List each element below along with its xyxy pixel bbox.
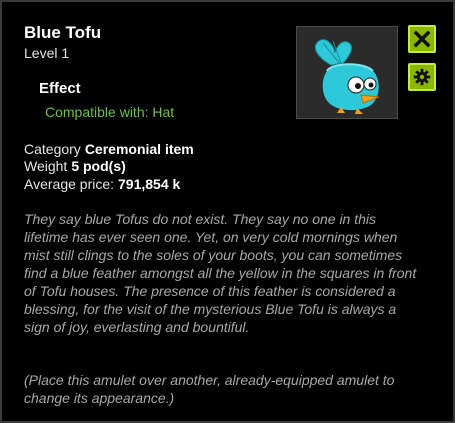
stat-average-price: Average price: 791,854 k <box>24 176 180 192</box>
stat-price-value: 791,854 k <box>118 176 181 192</box>
item-name: Blue Tofu <box>24 23 102 42</box>
close-button[interactable] <box>408 25 436 53</box>
stat-price-label: Average price: <box>24 176 115 192</box>
stat-category-value: Ceremonial item <box>84 141 194 157</box>
item-image-frame <box>296 26 398 119</box>
stat-weight-label: Weight <box>24 158 68 174</box>
stat-category-label: Category <box>24 141 81 157</box>
stat-weight-value: 5 pod(s) <box>71 158 126 174</box>
item-tooltip-panel: Blue Tofu Level 1 Effect Compatible with… <box>0 0 455 423</box>
stat-weight: Weight 5 pod(s) <box>24 158 126 174</box>
blue-tofu-icon <box>315 39 380 114</box>
effect-text: Compatible with: Hat <box>45 104 175 120</box>
settings-button[interactable] <box>408 63 436 91</box>
stat-category: Category Ceremonial item <box>24 141 194 157</box>
close-icon <box>413 30 431 48</box>
item-level: Level 1 <box>24 45 70 61</box>
item-description: They say blue Tofus do not exist. They s… <box>24 211 417 335</box>
item-usage-note: (Place this amulet over another, already… <box>24 372 395 406</box>
gear-icon <box>413 68 431 86</box>
effect-heading: Effect <box>39 80 81 97</box>
